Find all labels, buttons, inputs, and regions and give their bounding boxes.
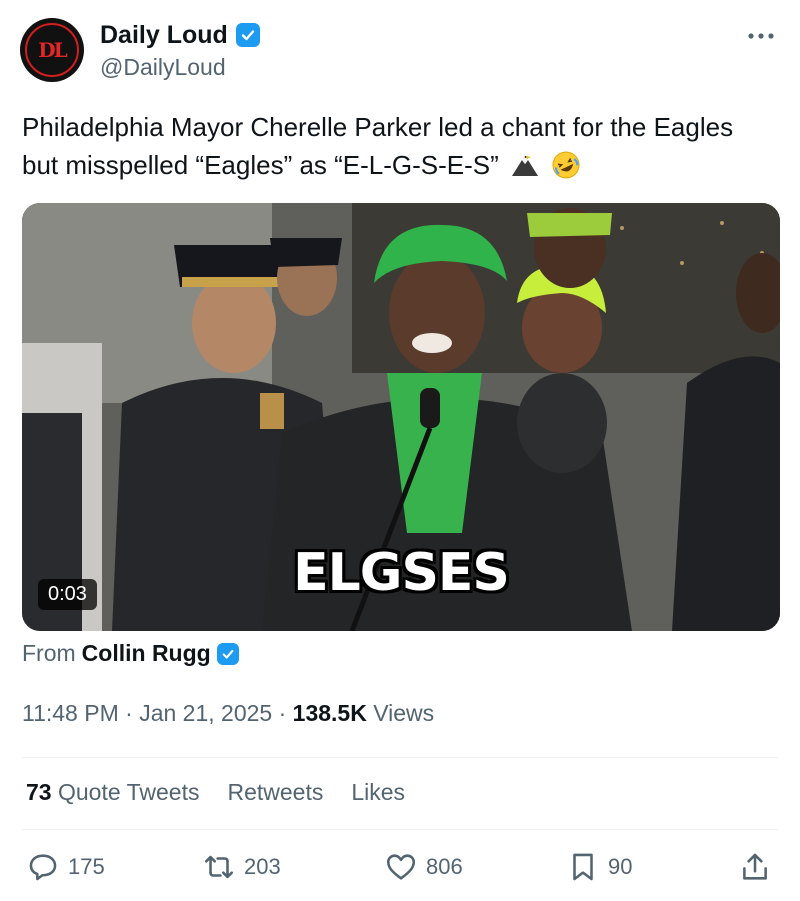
- author-handle[interactable]: @DailyLoud: [100, 54, 226, 81]
- video-player[interactable]: ELGSES 0:03: [22, 203, 780, 631]
- quote-label: Quote Tweets: [57, 779, 200, 805]
- retweets-link[interactable]: Retweets: [227, 779, 323, 806]
- avatar-logo: DL: [25, 23, 79, 77]
- reply-button[interactable]: 175: [26, 850, 105, 884]
- engagement-stats: 73 Quote Tweets Retweets Likes: [26, 779, 405, 806]
- retweet-count: 203: [244, 854, 281, 879]
- like-count: 806: [426, 854, 463, 879]
- share-button[interactable]: [738, 850, 772, 884]
- source-name[interactable]: Collin Rugg: [82, 640, 211, 667]
- reply-icon: [29, 854, 57, 881]
- source-attribution[interactable]: From Collin Rugg: [22, 640, 239, 667]
- reply-count: 175: [68, 854, 105, 879]
- eagle-emoji-icon: [510, 150, 540, 190]
- tweet-meta: 11:48 PM · Jan 21, 2025 · 138.5K Views: [22, 700, 434, 727]
- tweet-text-line-2: but misspelled “Eagles” as “E-L-G-S-E-S”: [22, 146, 792, 190]
- tweet-text-line-2-content: but misspelled “Eagles” as “E-L-G-S-E-S”: [22, 150, 499, 180]
- divider: [22, 757, 778, 758]
- action-bar: 175 203 806 90: [22, 850, 778, 890]
- avatar[interactable]: DL: [20, 18, 84, 82]
- views-count: 138.5K: [292, 700, 367, 726]
- bookmark-button[interactable]: 90: [566, 850, 632, 884]
- tweet-time[interactable]: 11:48 PM: [22, 700, 119, 726]
- video-duration-badge: 0:03: [38, 579, 97, 610]
- quote-tweets-link[interactable]: 73 Quote Tweets: [26, 779, 199, 806]
- author-display-name[interactable]: Daily Loud: [100, 21, 228, 50]
- bookmark-icon: [573, 853, 593, 881]
- avatar-logo-text: DL: [38, 38, 67, 62]
- source-prefix: From: [22, 640, 76, 666]
- video-caption: ELGSES: [293, 543, 510, 603]
- rolling-laughing-emoji-icon: [551, 150, 581, 190]
- quote-count: 73: [26, 779, 52, 805]
- tweet-date[interactable]: Jan 21, 2025: [139, 700, 272, 726]
- verified-badge-icon: [235, 23, 260, 47]
- retweet-button[interactable]: 203: [202, 850, 281, 884]
- bookmark-count: 90: [608, 854, 633, 879]
- source-verified-badge-icon: [216, 642, 239, 665]
- tweet-text-line-1: Philadelphia Mayor Cherelle Parker led a…: [22, 112, 734, 142]
- more-options-icon[interactable]: [746, 20, 776, 48]
- like-button[interactable]: 806: [384, 850, 463, 884]
- views-label: Views: [373, 700, 435, 726]
- share-icon: [743, 853, 767, 880]
- meta-separator: ·: [278, 700, 293, 726]
- author-name-row[interactable]: Daily Loud: [100, 20, 260, 50]
- meta-separator: ·: [125, 700, 140, 726]
- heart-icon: [386, 854, 416, 880]
- divider: [22, 829, 778, 830]
- likes-link[interactable]: Likes: [351, 779, 405, 806]
- retweet-icon: [204, 855, 234, 879]
- tweet-text: Philadelphia Mayor Cherelle Parker led a…: [22, 108, 792, 190]
